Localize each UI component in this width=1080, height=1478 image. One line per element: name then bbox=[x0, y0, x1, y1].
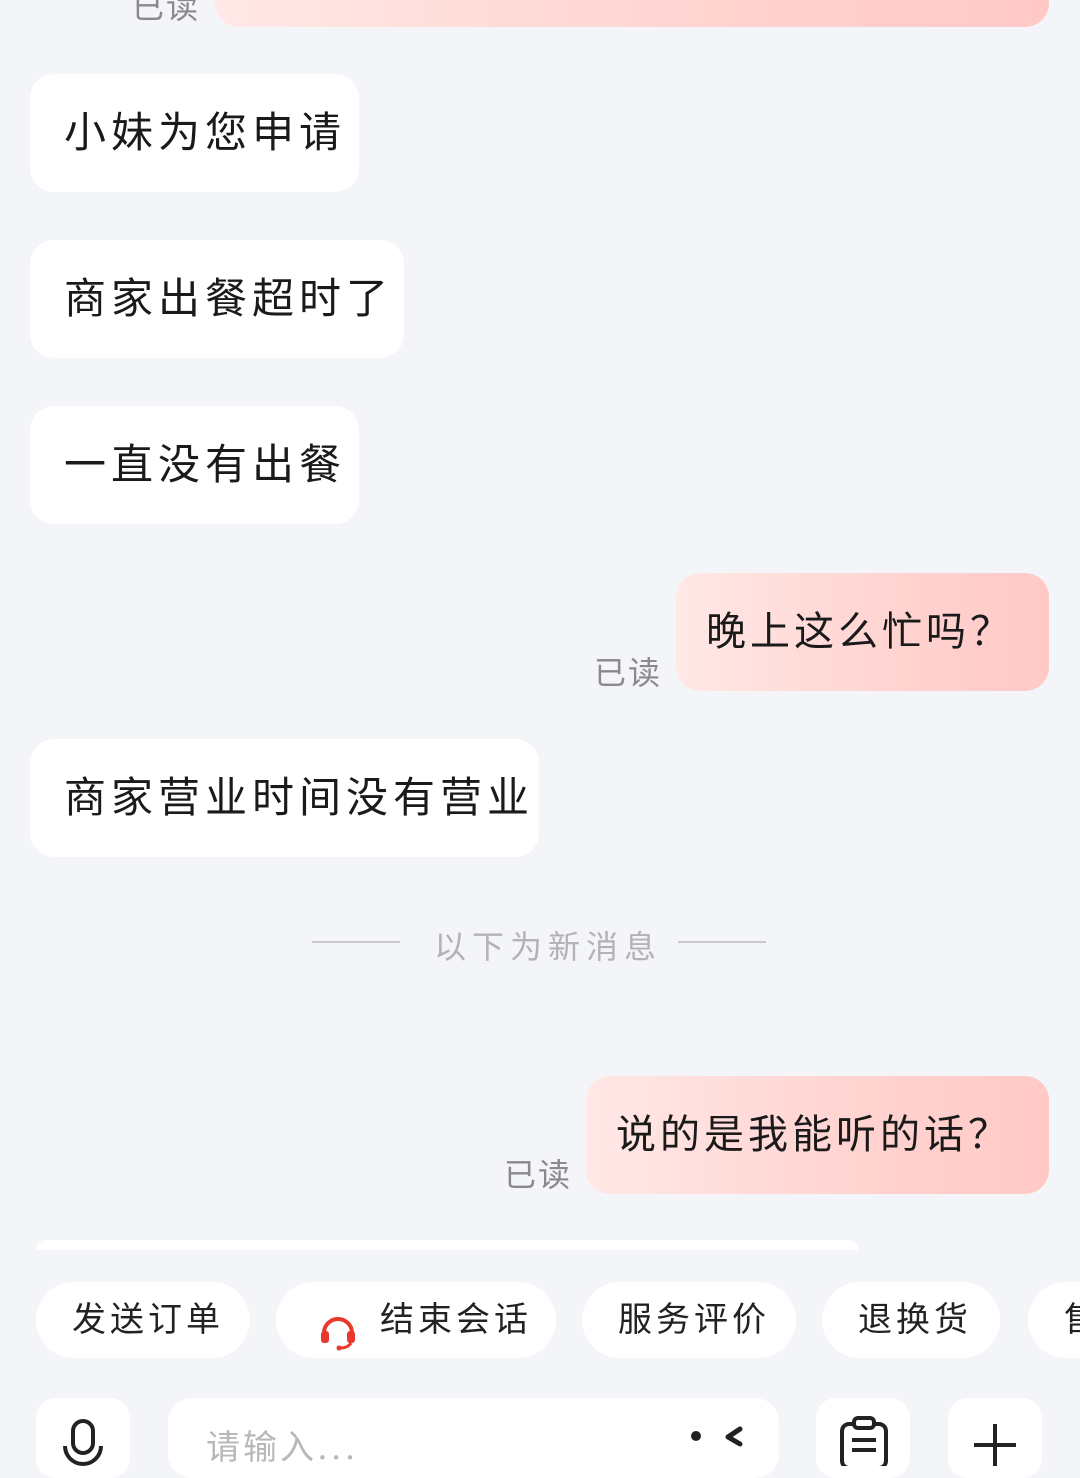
message-bubble-left[interactable]: 小妹为您申请 bbox=[30, 74, 359, 192]
message-text: 小妹为您申请 bbox=[64, 108, 347, 157]
chip-label: 结束会话 bbox=[380, 1300, 532, 1340]
emoji-icon[interactable] bbox=[686, 1424, 746, 1468]
read-status: 已读 bbox=[594, 654, 663, 692]
new-messages-divider: 以下为新消息 bbox=[434, 928, 663, 966]
chip-label: 售 bbox=[1064, 1300, 1080, 1340]
end-session-chip[interactable]: 结束会话 bbox=[276, 1282, 556, 1358]
message-text: 商家出餐超时了 bbox=[64, 274, 394, 323]
read-status-top: 已读 bbox=[132, 0, 201, 26]
partial-chip[interactable]: 售 bbox=[1028, 1282, 1080, 1358]
service-rating-chip[interactable]: 服务评价 bbox=[582, 1282, 796, 1358]
headset-icon bbox=[318, 1302, 358, 1351]
chip-label: 退换货 bbox=[858, 1300, 972, 1340]
more-button[interactable] bbox=[948, 1398, 1042, 1478]
return-exchange-chip[interactable]: 退换货 bbox=[822, 1282, 1000, 1358]
message-bubble-right[interactable]: 晚上这么忙吗？ bbox=[676, 573, 1049, 691]
clipboard-icon bbox=[838, 1416, 890, 1470]
input-placeholder: 请输入... bbox=[206, 1428, 359, 1468]
message-text: 说的是我能听的话？ bbox=[616, 1112, 1012, 1158]
message-text: 商家营业时间没有营业 bbox=[64, 773, 535, 822]
message-bubble-right[interactable]: 说的是我能听的话？ bbox=[586, 1076, 1049, 1194]
microphone-icon bbox=[60, 1418, 106, 1472]
clipboard-button[interactable] bbox=[816, 1398, 910, 1478]
divider-line-right bbox=[678, 941, 766, 943]
message-bubble-right-partial[interactable] bbox=[215, 0, 1049, 27]
message-input[interactable]: 请输入... bbox=[168, 1398, 779, 1478]
plus-icon bbox=[970, 1420, 1020, 1474]
divider-line-left bbox=[312, 941, 400, 943]
message-text: 一直没有出餐 bbox=[64, 440, 347, 489]
send-order-chip[interactable]: 发送订单 bbox=[36, 1282, 250, 1358]
message-bubble-left[interactable]: 一直没有出餐 bbox=[30, 406, 359, 524]
read-status: 已读 bbox=[504, 1156, 573, 1194]
voice-button[interactable] bbox=[36, 1398, 130, 1478]
partial-card-edge bbox=[36, 1240, 858, 1250]
chip-label: 发送订单 bbox=[72, 1300, 224, 1340]
message-bubble-left[interactable]: 商家出餐超时了 bbox=[30, 240, 404, 358]
message-text: 晚上这么忙吗？ bbox=[706, 609, 1014, 655]
chip-label: 服务评价 bbox=[618, 1300, 770, 1340]
message-bubble-left[interactable]: 商家营业时间没有营业 bbox=[30, 739, 539, 857]
